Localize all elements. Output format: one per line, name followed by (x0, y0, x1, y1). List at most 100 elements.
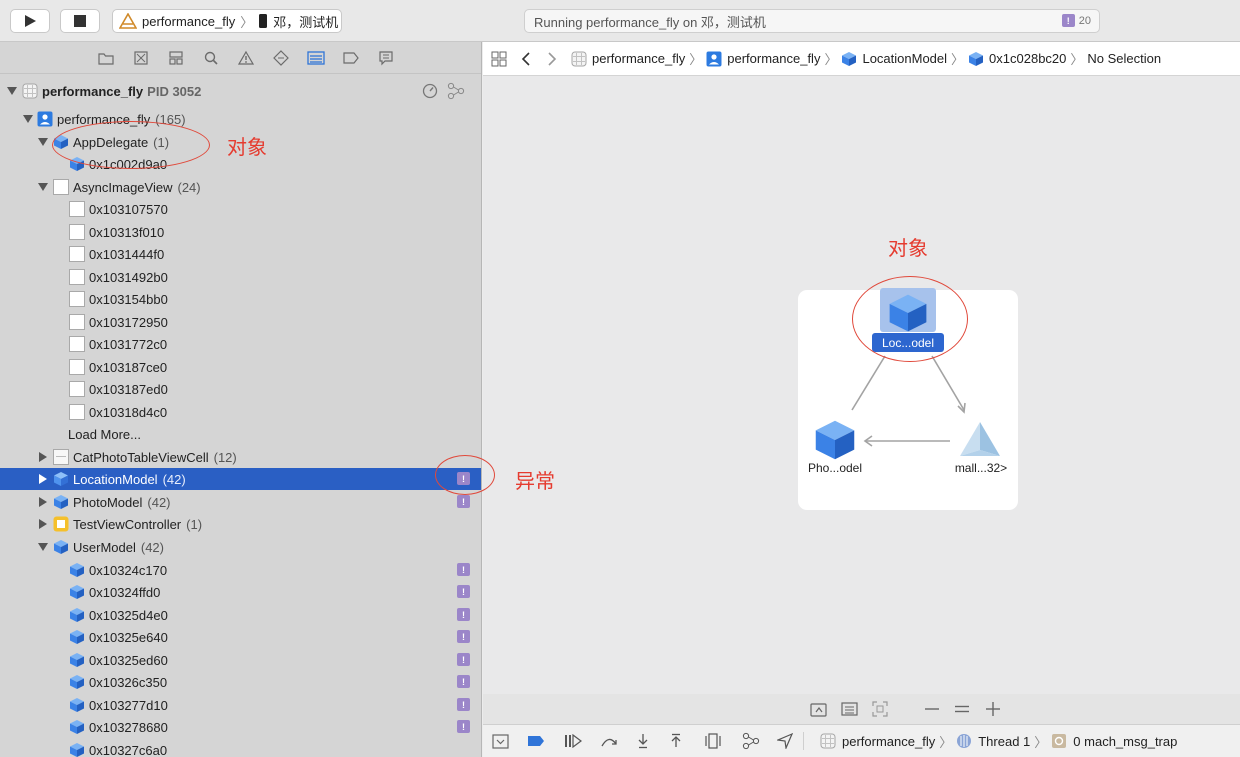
tree-row[interactable]: 0x103172950 (0, 311, 481, 333)
disclosure-collapsed-icon[interactable] (39, 474, 47, 484)
tree-row-selected[interactable]: LocationModel (42) ! (0, 468, 481, 490)
tree-row[interactable]: 0x10313f010 (0, 221, 481, 243)
issue-badge-icon[interactable]: ! (457, 720, 470, 733)
graph-node-label[interactable]: Pho...odel (798, 461, 872, 475)
disclosure-collapsed-icon[interactable] (39, 519, 47, 529)
disclosure-collapsed-icon[interactable] (39, 452, 47, 462)
tree-row[interactable]: 0x1031444f0 (0, 243, 481, 265)
tab-project[interactable] (95, 47, 117, 69)
tab-tests[interactable] (270, 47, 292, 69)
disclosure-expanded-icon[interactable] (38, 183, 48, 191)
tree-row[interactable]: performance_fly (165) (0, 108, 481, 130)
tree-row[interactable]: 0x10327c6a0 (0, 739, 481, 757)
memory-graph-icon[interactable] (741, 732, 761, 750)
issue-badge-icon[interactable]: ! (457, 608, 470, 621)
tab-source-control[interactable] (130, 47, 152, 69)
tree-row[interactable]: CatPhotoTableViewCell (12) (0, 446, 481, 468)
back-arrow-icon[interactable] (521, 51, 531, 66)
tree-row[interactable]: 0x10326c350! (0, 671, 481, 693)
step-over-icon[interactable] (600, 734, 618, 748)
disclosure-expanded-icon[interactable] (23, 115, 33, 123)
issue-badge-icon[interactable]: ! (457, 585, 470, 598)
related-items-grid-icon[interactable] (491, 51, 507, 67)
tab-symbols[interactable] (165, 47, 187, 69)
zoom-to-fit-icon[interactable] (872, 701, 888, 717)
tree-row[interactable]: AsyncImageView (24) (0, 176, 481, 198)
tab-issues[interactable] (235, 47, 257, 69)
zoom-out-icon[interactable] (924, 701, 940, 717)
continue-icon[interactable] (564, 734, 582, 748)
tree-row[interactable]: 0x1031492b0 (0, 266, 481, 288)
instance-address: 0x10325d4e0 (89, 607, 168, 623)
breakpoints-active-icon[interactable] (527, 735, 545, 747)
tree-row[interactable]: 0x103277d10! (0, 694, 481, 716)
debug-thread-label[interactable]: Thread 1 (978, 734, 1030, 749)
forward-arrow-icon[interactable] (547, 51, 557, 66)
scheme-selector[interactable]: performance_fly 〉 邓，测试机 (112, 9, 342, 33)
object-cube-icon[interactable] (813, 418, 857, 462)
view-controller-icon (53, 516, 69, 532)
stop-button[interactable] (60, 9, 100, 33)
step-into-icon[interactable] (636, 733, 650, 749)
issue-badge-icon[interactable]: ! (457, 495, 470, 508)
tree-row[interactable]: 0x10325e640! (0, 626, 481, 648)
layout-toggle-icon[interactable] (841, 701, 859, 717)
search-icon (204, 51, 218, 65)
tree-row[interactable]: PhotoModel (42) ! (0, 491, 481, 513)
tree-row[interactable]: UserModel (42) (0, 536, 481, 558)
tree-row[interactable]: 0x103187ce0 (0, 356, 481, 378)
disclosure-collapsed-icon[interactable] (39, 497, 47, 507)
scheme-device-label: 邓，测试机 (273, 14, 339, 30)
process-row[interactable]: performance_fly PID 3052 (0, 80, 481, 102)
tab-report[interactable] (375, 47, 397, 69)
instance-address: 0x103154bb0 (89, 291, 168, 307)
run-button[interactable] (10, 9, 50, 33)
disclosure-expanded-icon[interactable] (38, 138, 48, 146)
issue-badge-icon[interactable]: ! (457, 675, 470, 688)
breadcrumb-target[interactable]: performance_fly (706, 51, 820, 67)
view-debugger-icon[interactable] (705, 733, 721, 749)
tree-row[interactable]: 0x103187ed0 (0, 378, 481, 400)
tree-row[interactable]: 0x10325d4e0! (0, 604, 481, 626)
step-out-icon[interactable] (669, 733, 683, 749)
load-more-link[interactable]: Load More... (68, 427, 141, 442)
export-graph-icon[interactable] (810, 701, 828, 717)
tree-row[interactable]: 0x10318d4c0 (0, 401, 481, 423)
disclosure-expanded-icon[interactable] (38, 543, 48, 551)
tree-row[interactable]: 0x10325ed60! (0, 649, 481, 671)
zoom-actual-icon[interactable] (954, 701, 970, 717)
breadcrumb-selection[interactable]: No Selection (1087, 51, 1161, 66)
disclosure-expanded-icon[interactable] (7, 87, 17, 95)
tab-find[interactable] (200, 47, 222, 69)
issue-badge-icon[interactable]: ! (457, 653, 470, 666)
tree-row[interactable]: 0x10324c170! (0, 559, 481, 581)
memory-graph-icon[interactable] (446, 82, 466, 100)
issue-badge-icon[interactable]: ! (457, 563, 470, 576)
graph-node-label[interactable]: mall...32> (944, 461, 1018, 475)
breadcrumb-address[interactable]: 0x1c028bc20 (968, 51, 1066, 67)
zoom-in-icon[interactable] (985, 701, 1001, 717)
tree-row[interactable]: 0x103278680! (0, 716, 481, 738)
tree-row[interactable]: TestViewController (1) (0, 513, 481, 535)
pyramid-struct-icon[interactable] (958, 420, 1002, 460)
debug-app-label[interactable]: performance_fly (842, 734, 935, 749)
tree-row[interactable]: 0x103107570 (0, 198, 481, 220)
tab-debug[interactable] (305, 47, 327, 69)
breadcrumb-project[interactable]: performance_fly (571, 51, 685, 67)
location-arrow-icon[interactable] (777, 733, 793, 749)
issue-badge-icon[interactable]: ! (457, 630, 470, 643)
tree-row[interactable]: 0x1031772c0 (0, 333, 481, 355)
gauge-icon[interactable] (422, 83, 438, 99)
tree-row[interactable]: 0x10324ffd0! (0, 581, 481, 603)
issue-badge-icon[interactable]: ! (457, 698, 470, 711)
chevron-right-icon: 〉 (939, 734, 953, 750)
tree-row[interactable]: 0x103154bb0 (0, 288, 481, 310)
load-more-row[interactable]: Load More... (0, 423, 481, 445)
view-box-icon (69, 224, 85, 240)
warning-indicator[interactable]: ! 20 (1061, 14, 1091, 27)
debug-frame-label[interactable]: 0 mach_msg_trap (1073, 734, 1177, 749)
tab-breakpoints[interactable] (340, 47, 362, 69)
memory-graph-canvas[interactable]: Loc...odel Pho...odel mall...32> (483, 76, 1240, 694)
breadcrumb-class[interactable]: LocationModel (841, 51, 947, 67)
hide-debug-area-icon[interactable] (492, 733, 509, 749)
